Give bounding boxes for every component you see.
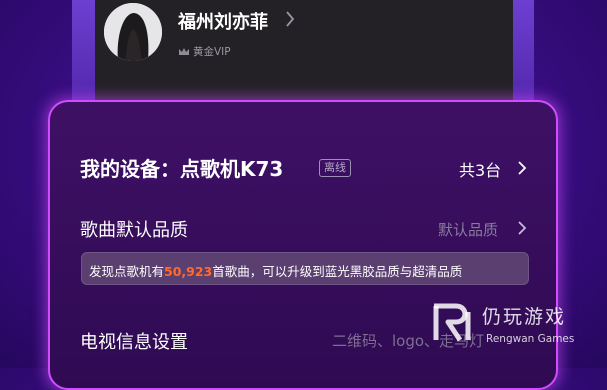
watermark-logo-icon	[430, 302, 478, 348]
upgrade-tip-text: 发现点歌机有50,923首歌曲，可以升级到蓝光黑胶品质与超清品质	[89, 261, 462, 280]
song-quality-value[interactable]: 默认品质	[438, 219, 498, 240]
tv-settings-label: 电视信息设置	[80, 332, 188, 353]
device-count-link[interactable]: 共3台	[459, 157, 501, 181]
watermark-brand-en: Rengwan Games	[486, 333, 575, 345]
user-name[interactable]: 福州刘亦菲	[178, 8, 268, 34]
status-badge: 离线	[319, 159, 351, 177]
avatar[interactable]	[104, 3, 162, 61]
song-count: 50,923	[164, 264, 213, 279]
chevron-right-icon[interactable]	[516, 219, 528, 241]
tip-suffix: 首歌曲，可以升级到蓝光黑胶品质与超清品质	[212, 264, 463, 279]
crown-icon	[178, 42, 190, 61]
chevron-right-icon[interactable]	[516, 158, 528, 182]
tip-prefix: 发现点歌机有	[89, 264, 165, 279]
device-title: 我的设备：点歌机K73	[80, 157, 284, 181]
vip-label: 黄金VIP	[193, 46, 231, 58]
watermark-brand-cn: 仍玩游戏	[482, 306, 567, 328]
chevron-right-icon[interactable]	[284, 8, 296, 34]
song-quality-label: 歌曲默认品质	[80, 220, 188, 241]
vip-badge: 黄金VIP	[178, 42, 231, 61]
